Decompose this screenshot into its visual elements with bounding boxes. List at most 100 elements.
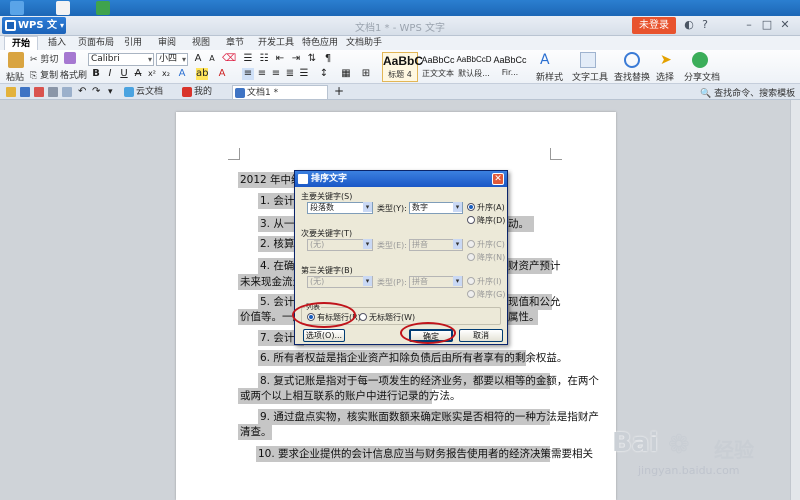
tab-page-layout[interactable]: 页面布局 xyxy=(76,36,116,50)
export-pdf-icon[interactable] xyxy=(34,87,44,97)
third-key-select[interactable]: (无) xyxy=(307,276,373,288)
ascending-radio-3[interactable] xyxy=(467,277,475,285)
style-heading-4[interactable]: AaBbC 标题 4 xyxy=(382,52,423,82)
format-painter-icon[interactable] xyxy=(64,52,76,64)
text-tools-label[interactable]: 文字工具 xyxy=(572,70,608,83)
style-first[interactable]: AaBbCc Fir... xyxy=(492,52,528,82)
command-search[interactable]: 🔍 查找命令、搜索模板 xyxy=(700,86,795,99)
underline-button[interactable]: U xyxy=(118,68,130,80)
doc-line[interactable]: 8. 复式记账是指对于每一项发生的经济业务，都要以相等的金额，在两个 xyxy=(258,373,599,389)
descending-radio-3[interactable] xyxy=(467,290,475,298)
login-button[interactable]: 未登录 xyxy=(632,17,676,34)
copy-button[interactable]: ⎘ 复制 xyxy=(30,68,58,81)
style-default-paragraph[interactable]: AaBbCcD 默认段... xyxy=(456,52,492,82)
new-style-icon[interactable]: A xyxy=(540,52,556,68)
secondary-key-select[interactable]: (无) xyxy=(307,239,373,251)
type-select-1[interactable]: 数字 xyxy=(409,202,463,214)
shading-icon[interactable]: ▦ xyxy=(340,68,352,80)
tab-chapter[interactable]: 章节 xyxy=(222,36,248,50)
print-icon[interactable] xyxy=(48,87,58,97)
clear-format-icon[interactable]: ⌫ xyxy=(222,53,236,65)
new-style-label[interactable]: 新样式 xyxy=(536,70,563,83)
tab-insert[interactable]: 插入 xyxy=(42,36,72,50)
share-icon[interactable] xyxy=(692,52,708,68)
minimize-icon[interactable]: – xyxy=(742,18,756,32)
indent-decrease-icon[interactable]: ⇤ xyxy=(274,53,286,65)
computer-icon[interactable] xyxy=(10,1,24,15)
type-select-2[interactable]: 拼音 xyxy=(409,239,463,251)
format-painter-label[interactable]: 格式刷 xyxy=(60,68,87,81)
text-tools-icon[interactable] xyxy=(580,52,596,68)
bullets-icon[interactable]: ☰ xyxy=(242,53,254,65)
doc-line[interactable]: 清查。 xyxy=(238,424,272,440)
tab-doc-assistant[interactable]: 文档助手 xyxy=(344,36,384,50)
descending-radio-2[interactable] xyxy=(467,253,475,261)
select-label[interactable]: 选择 xyxy=(656,70,674,83)
tab-references[interactable]: 引用 xyxy=(120,36,146,50)
indent-increase-icon[interactable]: ⇥ xyxy=(290,53,302,65)
maximize-icon[interactable]: □ xyxy=(760,18,774,32)
tab-review[interactable]: 审阅 xyxy=(154,36,180,50)
subscript-icon[interactable]: x₂ xyxy=(160,68,172,80)
open-folder-icon[interactable] xyxy=(6,87,16,97)
tab-developer[interactable]: 开发工具 xyxy=(256,36,296,50)
spreadsheet-icon[interactable] xyxy=(96,1,110,15)
doc-line-fragment[interactable]: 动。 xyxy=(506,216,534,232)
tab-cloud-docs[interactable]: 云文档 xyxy=(122,85,178,99)
font-name-combo[interactable]: Calibri xyxy=(88,53,154,66)
align-right-icon[interactable]: ≡ xyxy=(270,68,282,80)
distribute-icon[interactable]: ☰ xyxy=(298,68,310,80)
paste-icon[interactable] xyxy=(8,52,24,68)
show-marks-icon[interactable]: ¶ xyxy=(322,53,334,65)
skin-icon[interactable]: ◐ xyxy=(682,18,696,32)
new-tab-icon[interactable]: + xyxy=(334,85,344,97)
print-preview-icon[interactable] xyxy=(62,87,72,97)
ascending-radio[interactable] xyxy=(467,203,475,211)
no-header-row-radio[interactable] xyxy=(359,313,367,321)
doc-line[interactable]: 9. 通过盘点实物，核实账面数额来确定账实是否相符的一种方法是指财产 xyxy=(258,409,599,425)
borders-icon[interactable]: ⊞ xyxy=(360,68,372,80)
font-color-icon[interactable]: A xyxy=(216,68,228,80)
grow-font-icon[interactable]: A xyxy=(192,53,204,65)
doc-line-fragment[interactable]: 属性。 xyxy=(506,309,540,325)
ascending-radio-2[interactable] xyxy=(467,240,475,248)
numbering-icon[interactable]: ☷ xyxy=(258,53,270,65)
doc-line-fragment[interactable]: 财资产预计 xyxy=(506,258,561,274)
primary-key-select[interactable]: 段落数 xyxy=(307,202,373,214)
undo-icon[interactable]: ↶ xyxy=(78,87,88,97)
tab-special-apps[interactable]: 特色应用 xyxy=(300,36,340,50)
text-effect-icon[interactable]: A xyxy=(176,68,188,80)
type-select-3[interactable]: 拼音 xyxy=(409,276,463,288)
dialog-close-button[interactable]: ✕ xyxy=(492,173,504,185)
align-left-icon[interactable]: ≡ xyxy=(242,68,254,80)
cut-button[interactable]: ✂ 剪切 xyxy=(30,52,58,65)
line-spacing-icon[interactable]: ↕ xyxy=(318,68,330,80)
tab-home[interactable]: 开始 xyxy=(4,36,38,50)
close-icon[interactable]: ✕ xyxy=(778,18,792,32)
sort-icon[interactable]: ⇅ xyxy=(306,53,318,65)
italic-button[interactable]: I xyxy=(104,68,116,80)
chevron-down-icon[interactable]: ▾ xyxy=(108,87,118,97)
paste-label[interactable]: 粘贴 xyxy=(6,70,24,83)
tab-my-wps[interactable]: 我的WPS xyxy=(180,85,230,111)
redo-icon[interactable]: ↷ xyxy=(92,87,102,97)
find-replace-label[interactable]: 查找替换 xyxy=(614,70,650,83)
justify-icon[interactable]: ≣ xyxy=(284,68,296,80)
highlight-icon[interactable]: ab xyxy=(196,68,208,80)
doc-line-fragment[interactable]: 现值和公允 xyxy=(506,294,561,310)
bold-button[interactable]: B xyxy=(90,68,102,80)
strikethrough-icon[interactable]: A xyxy=(132,68,144,80)
help-icon[interactable]: ? xyxy=(698,18,712,32)
share-doc-label[interactable]: 分享文档 xyxy=(684,70,720,83)
wps-app-menu-button[interactable]: WPS 文字 ▾ xyxy=(2,17,66,48)
doc-line[interactable]: 6. 所有者权益是指企业资产扣除负债后由所有者享有的剩余权益。 xyxy=(258,350,567,366)
doc-line[interactable]: 10. 要求企业提供的会计信息应当与财务报告使用者的经济决策需要相关 xyxy=(256,446,593,462)
cursor-icon[interactable]: ➤ xyxy=(660,52,676,68)
superscript-icon[interactable]: x² xyxy=(146,68,158,80)
shrink-font-icon[interactable]: A xyxy=(206,53,218,65)
doc-line[interactable]: 或两个以上相互联系的账户中进行记录的方法。 xyxy=(238,388,461,404)
cancel-button[interactable]: 取消 xyxy=(459,329,503,342)
dialog-title-bar[interactable]: 排序文字 ✕ xyxy=(295,171,507,187)
descending-radio[interactable] xyxy=(467,216,475,224)
align-center-icon[interactable]: ≡ xyxy=(256,68,268,80)
